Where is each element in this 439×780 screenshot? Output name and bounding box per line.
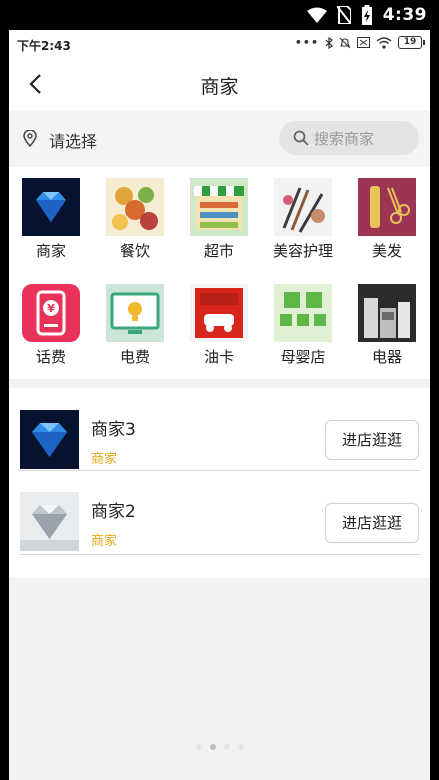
app-status-bar: 下午2:43 ••• 19	[9, 30, 430, 58]
page-header: 商家	[9, 58, 430, 110]
search-bar: 请选择 搜索商家	[9, 110, 430, 167]
category-label: 美容护理	[272, 242, 333, 260]
wifi-small-icon	[376, 36, 392, 49]
page-title: 商家	[200, 76, 239, 98]
divider	[19, 470, 420, 471]
list-item[interactable]: 商家2 商家 进店逛逛	[9, 472, 430, 555]
page-dot	[223, 744, 230, 750]
search-placeholder: 搜索商家	[314, 130, 375, 148]
diamond-image-icon	[22, 178, 80, 236]
category-label: 电费	[119, 348, 150, 366]
visit-store-button[interactable]: 进店逛逛	[325, 420, 419, 460]
category-label: 美发	[371, 242, 402, 260]
divider	[19, 554, 420, 555]
bluetooth-icon	[325, 36, 333, 49]
category-label: 超市	[203, 242, 234, 260]
merchant-name: 商家2	[91, 502, 136, 522]
category-maternity-store[interactable]: 母婴店	[261, 284, 345, 367]
category-appliances[interactable]: 电器	[345, 284, 429, 367]
supermarket-image-icon	[190, 178, 248, 236]
category-label: 话费	[35, 348, 66, 366]
category-grid: 商家 餐饮 超市 美容护理 美发 ¥ 话费 电费 油卡 母婴店 电器	[9, 167, 430, 379]
battery-charging-icon	[361, 5, 372, 25]
category-phone-bill[interactable]: ¥ 话费	[9, 284, 93, 367]
device-time: 4:39	[382, 5, 427, 25]
category-electricity[interactable]: 电费	[93, 284, 177, 367]
category-merchant[interactable]: 商家	[9, 178, 93, 261]
merchant-tag: 商家	[91, 452, 118, 467]
list-item[interactable]: 商家3 商家 进店逛逛	[9, 388, 430, 471]
device-status-icons: 4:39	[306, 5, 427, 25]
merchant-thumbnail	[20, 410, 79, 469]
battery-badge: 19	[398, 36, 425, 49]
location-selector[interactable]: 请选择	[49, 128, 97, 152]
app-window: 下午2:43 ••• 19 商家 请选择 搜索商家 商家 餐饮 超市 美容护理 …	[9, 30, 430, 780]
search-icon	[293, 130, 309, 146]
no-sim-icon	[336, 6, 351, 24]
category-supermarket[interactable]: 超市	[177, 178, 261, 261]
location-pin-icon[interactable]	[23, 130, 37, 147]
category-label: 餐饮	[119, 242, 150, 260]
fuel-card-icon	[190, 284, 248, 342]
merchant-name: 商家3	[91, 420, 136, 440]
search-input[interactable]: 搜索商家	[279, 121, 419, 155]
appliances-image-icon	[358, 284, 416, 342]
category-label: 油卡	[203, 348, 234, 366]
category-label: 电器	[371, 348, 402, 366]
merchant-list: 商家3 商家 进店逛逛 商家2 商家 进店逛逛	[9, 388, 430, 578]
category-dining[interactable]: 餐饮	[93, 178, 177, 261]
page-dot-active	[209, 744, 216, 750]
maternity-store-icon	[274, 284, 332, 342]
merchant-thumbnail	[20, 492, 79, 551]
page-dot	[195, 744, 202, 750]
mute-bell-icon	[339, 37, 351, 48]
category-beauty-care[interactable]: 美容护理	[261, 178, 345, 261]
cosmetics-image-icon	[274, 178, 332, 236]
electricity-monitor-icon	[106, 284, 164, 342]
visit-store-button[interactable]: 进店逛逛	[325, 503, 419, 543]
more-dots-icon: •••	[294, 36, 319, 49]
wifi-icon	[306, 7, 327, 23]
hair-tools-image-icon	[358, 178, 416, 236]
food-image-icon	[106, 178, 164, 236]
app-status-icons: ••• 19	[294, 36, 425, 49]
no-sim-small-icon	[357, 37, 370, 48]
phone-recharge-icon: ¥	[22, 284, 80, 342]
category-label: 母婴店	[280, 348, 326, 366]
merchant-tag: 商家	[91, 534, 118, 549]
svg-text:¥: ¥	[47, 302, 55, 315]
page-indicator	[9, 735, 430, 750]
app-status-time: 下午2:43	[17, 39, 71, 53]
page-dot	[237, 744, 244, 750]
device-status-bar: 4:39	[0, 0, 439, 30]
category-label: 商家	[35, 242, 66, 260]
category-fuel-card[interactable]: 油卡	[177, 284, 261, 367]
category-hair[interactable]: 美发	[345, 178, 429, 261]
